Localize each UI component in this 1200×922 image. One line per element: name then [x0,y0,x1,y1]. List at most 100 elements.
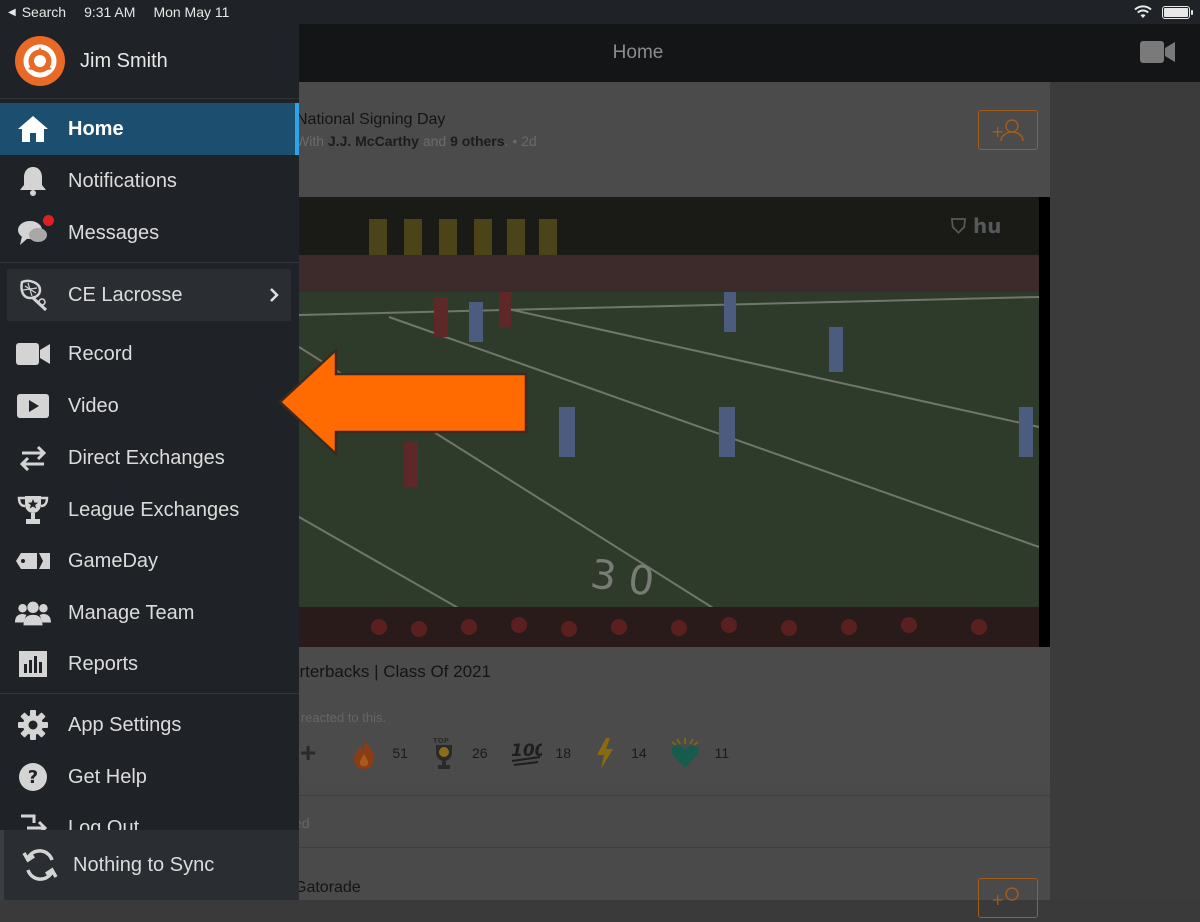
menu-item-record[interactable]: Record [0,328,299,380]
chevron-right-icon [270,288,279,302]
svg-text:TOP: TOP [433,737,449,745]
feed-margin [1050,82,1200,900]
sync-icon [20,845,60,885]
menu-item-label: Messages [68,221,160,244]
user-name: Jim Smith [80,49,168,72]
page-title: Home [612,42,664,63]
post-caption: arterbacks | Class Of 2021 [290,662,491,681]
lightning-icon [597,738,614,769]
menu-item-league-exchanges[interactable]: League Exchanges [0,484,299,536]
svg-text:?: ? [28,767,38,788]
battery-icon [1162,5,1193,19]
menu-item-label: League Exchanges [68,498,240,521]
menu-item-messages[interactable]: Messages [0,207,299,259]
trophy-icon [15,492,51,528]
post-meta-mid: and [418,133,451,149]
team-selector[interactable]: CE Lacrosse [7,269,291,321]
svg-text:⛉ hu: ⛉ hu [950,214,1001,238]
post-meta-suffix: . • 2d [504,133,537,149]
menu-item-label: GameDay [68,549,159,572]
divider [290,795,1050,796]
profile-header[interactable]: Jim Smith [0,24,299,99]
lacrosse-stick-icon [15,277,51,313]
video-camera-icon [15,336,51,372]
status-time: 9:31 AM [84,4,136,20]
svg-text:+: + [991,122,1004,141]
post-meta-prefix: With [296,133,328,149]
divider [0,262,299,263]
side-menu: Jim Smith Home Notifications Messages CE… [0,24,299,900]
svg-text:3 0: 3 0 [588,551,657,605]
menu-item-label: Reports [68,652,139,675]
home-icon [15,111,51,147]
menu-item-gameday[interactable]: GameDay [0,535,299,587]
menu-item-app-settings[interactable]: App Settings [0,699,299,751]
hundred-icon: 100 [511,741,542,766]
unread-badge [43,215,54,226]
divider [0,693,299,694]
add-user-icon: + [991,887,1019,909]
menu-item-manage-team[interactable]: Manage Team [0,587,299,639]
reaction-lightning[interactable]: 14 [593,736,647,770]
follow-button[interactable]: + [978,110,1038,150]
menu-item-home[interactable]: Home [0,103,299,155]
follow-button[interactable]: + [978,878,1038,918]
menu-item-label: Video [68,394,119,417]
reaction-count: 14 [631,745,647,761]
wifi-icon [1134,5,1152,18]
tagged-user-link[interactable]: J.J. McCarthy [328,133,419,149]
top5-trophy-icon: TOP [433,737,452,769]
add-reaction-icon[interactable]: + [300,737,316,769]
menu-item-label: Record [68,342,133,365]
menu-item-get-help[interactable]: ? Get Help [0,751,299,803]
menu-item-video[interactable]: Video [0,380,299,432]
menu-item-label: Get Help [68,765,147,788]
menu-item-label: Home [68,117,124,140]
reaction-top5[interactable]: TOP 26 [430,736,488,770]
menu-item-label: Manage Team [68,601,195,624]
reaction-heart[interactable]: 11 [669,736,730,770]
avatar[interactable] [15,36,65,86]
team-users-icon [15,595,51,631]
fire-icon [354,738,375,769]
tagged-others-link[interactable]: 9 others [450,133,504,149]
post-meta: With J.J. McCarthy and 9 others. • 2d [296,133,537,149]
sync-status-bar[interactable]: Nothing to Sync [0,830,299,900]
sync-status-label: Nothing to Sync [73,853,215,876]
menu-item-label: Direct Exchanges [68,446,225,469]
menu-item-reports[interactable]: Reports [0,638,299,690]
reaction-count: 18 [555,745,572,761]
heart-burst-icon [671,738,699,768]
reaction-fire[interactable]: 51 [350,736,408,770]
menu-item-label: Notifications [68,169,177,192]
play-icon [15,388,51,424]
back-chevron-icon[interactable]: ◀ [8,7,16,18]
divider [290,847,1050,848]
reaction-hundred[interactable]: 100 18 [510,736,572,770]
ticket-icon [15,543,51,579]
menu-item-notifications[interactable]: Notifications [0,155,299,207]
reaction-count: 26 [471,745,488,761]
reaction-count: 51 [392,745,408,761]
team-logo-icon [23,44,57,78]
chat-bubbles-icon [15,215,54,251]
menu-item-label: App Settings [68,713,182,736]
swap-arrows-icon [15,440,51,476]
back-to-search-link[interactable]: Search [22,4,66,20]
orange-arrow-icon [278,347,528,457]
add-user-icon: + [991,119,1024,142]
reaction-count: 11 [714,745,730,761]
reactions-row: + 51 TOP 26 100 18 14 [300,736,751,770]
status-bar: ◀ Search 9:31 AM Mon May 11 [0,0,1200,24]
menu-item-direct-exchanges[interactable]: Direct Exchanges [0,432,299,484]
help-icon: ? [15,759,51,795]
post-title[interactable]: National Signing Day [296,111,445,129]
bar-chart-icon [15,646,51,682]
bell-icon [15,163,51,199]
video-camera-icon[interactable] [1140,40,1176,64]
team-name: CE Lacrosse [68,283,183,306]
gear-icon [15,707,51,743]
reacted-text: e reacted to this. [290,710,387,725]
post-title[interactable]: Gatorade [294,879,361,897]
status-date: Mon May 11 [153,4,230,20]
